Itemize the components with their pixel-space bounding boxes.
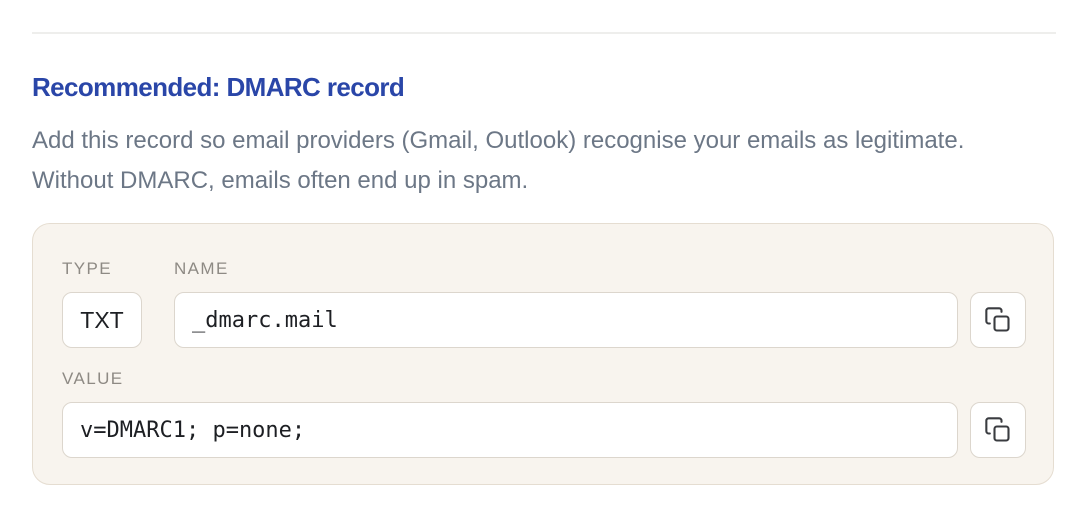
section-description: Add this record so email providers (Gmai… [32,127,965,194]
copy-icon [985,307,1010,332]
value-label: VALUE [62,369,124,388]
copy-icon [985,417,1010,442]
name-label: NAME [174,259,229,278]
copy-name-button[interactable] [970,292,1026,348]
section-title: Recommended: DMARC record [32,72,405,102]
type-label: TYPE [62,259,113,278]
section-divider [32,32,1056,34]
record-name-field[interactable]: _dmarc.mail [174,292,958,348]
record-type-badge: TXT [62,292,142,348]
copy-value-button[interactable] [970,402,1026,458]
dns-record-card: TYPE NAME TXT _dmarc.mail VALUE v=DMARC1… [32,223,1054,485]
record-value-field[interactable]: v=DMARC1; p=none; [62,402,958,458]
